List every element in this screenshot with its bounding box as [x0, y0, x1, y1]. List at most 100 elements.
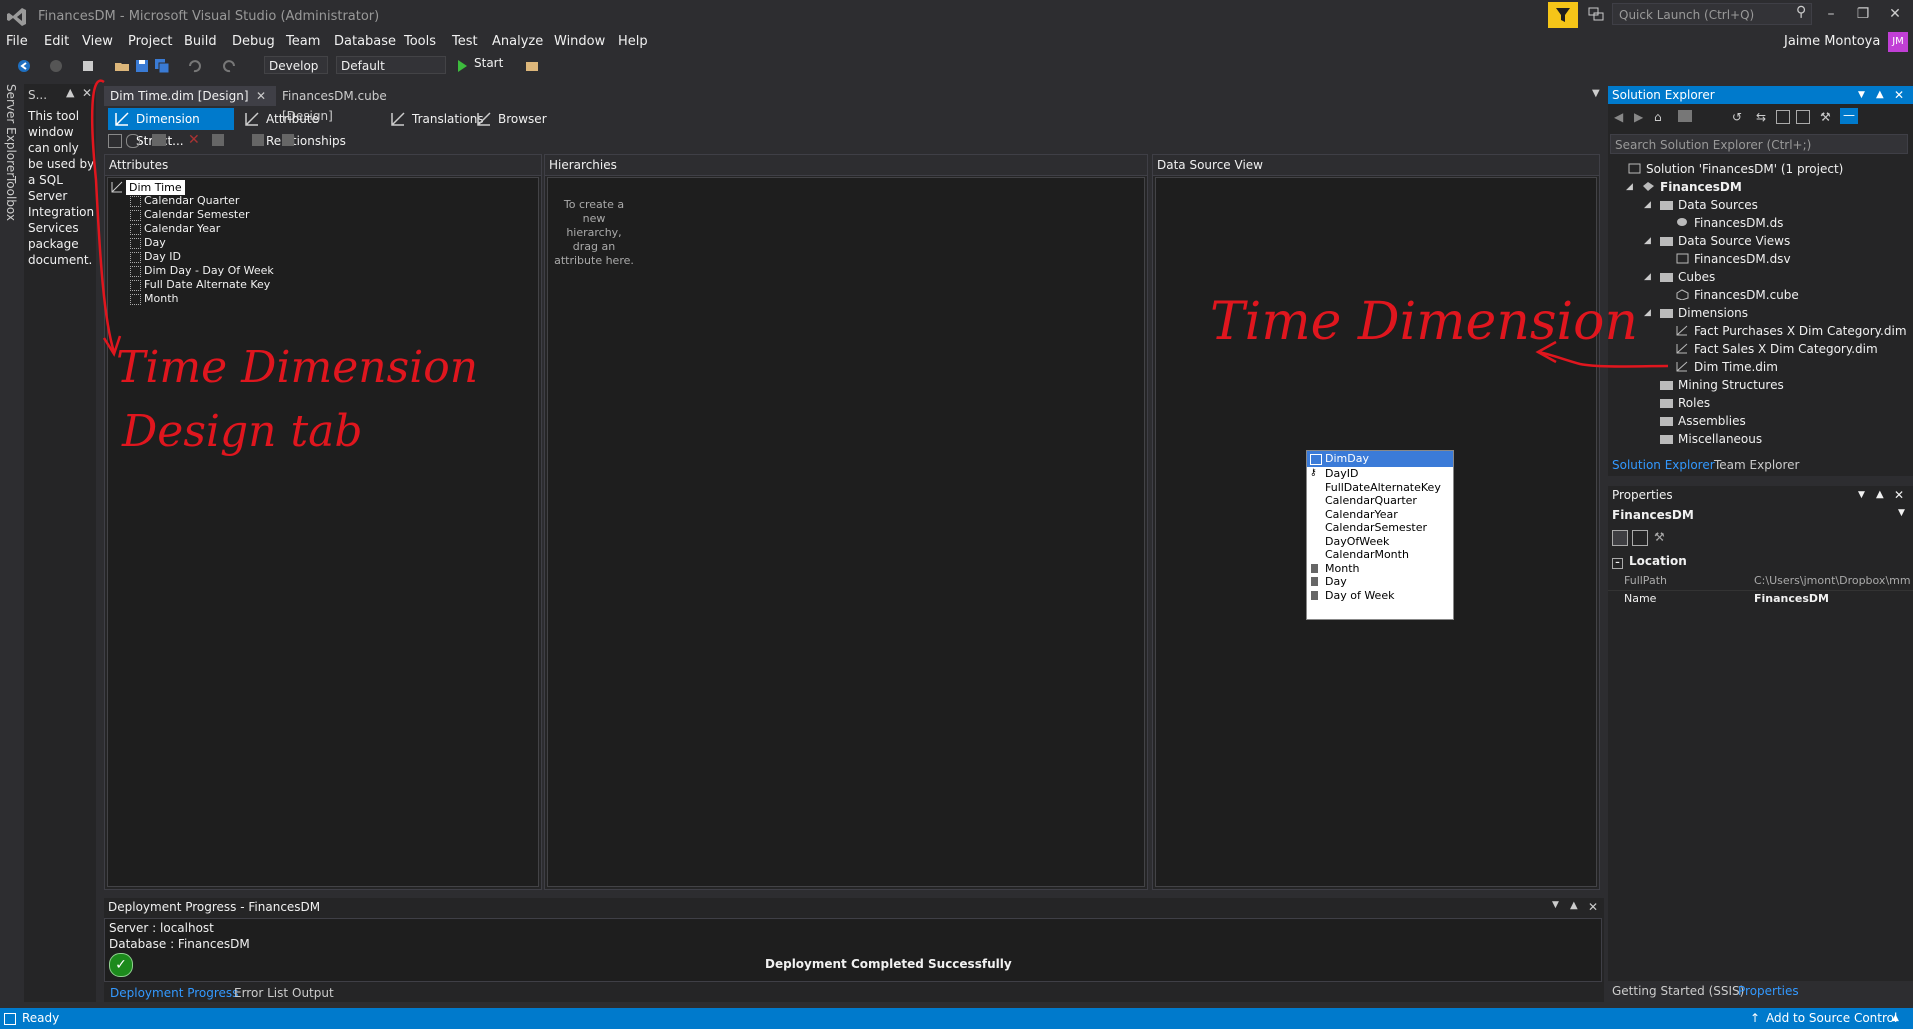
expand-chevron-icon[interactable]: ◢ — [1644, 268, 1651, 286]
menu-edit[interactable]: Edit — [44, 34, 69, 49]
close-icon[interactable]: ✕ — [1588, 900, 1598, 914]
dsv-table-dimday[interactable]: DimDay ⚷ DayID FullDateAlternateKey Calen… — [1306, 450, 1454, 620]
tree-financesdm-cube[interactable]: FinancesDM.cube — [1676, 286, 1799, 304]
attribute-day-id[interactable]: Day ID — [130, 250, 181, 264]
dsv-column-calendarquarter[interactable]: CalendarQuarter — [1307, 494, 1453, 508]
minimize-icon[interactable]: – — [1820, 6, 1842, 24]
pin-icon[interactable]: ▲ — [1570, 900, 1578, 911]
tree-data-sources[interactable]: ◢ Data Sources — [1644, 196, 1758, 214]
pin-icon[interactable]: ▲ — [1876, 86, 1884, 104]
tab-browser[interactable]: Browser — [470, 108, 554, 130]
restore-icon[interactable]: ❐ — [1852, 6, 1874, 24]
server-explorer-tab[interactable]: Server Explorer — [4, 84, 18, 177]
tree-assemblies[interactable]: Assemblies — [1660, 412, 1746, 430]
configuration-dropdown[interactable]: Develop — [264, 56, 328, 74]
attribute-day[interactable]: Day — [130, 236, 166, 250]
property-value[interactable]: C:\Users\jmont\Dropbox\mm — [1754, 574, 1912, 587]
attribute-calendar-year[interactable]: Calendar Year — [130, 222, 220, 236]
tree-solution[interactable]: Solution 'FinancesDM' (1 project) — [1628, 160, 1843, 178]
close-icon[interactable]: ✕ — [1894, 486, 1904, 504]
attribute-calendar-semester[interactable]: Calendar Semester — [130, 208, 250, 222]
tree-dimensions[interactable]: ◢ Dimensions — [1644, 304, 1748, 322]
tree-data-source-views[interactable]: ◢ Data Source Views — [1644, 232, 1790, 250]
menu-view[interactable]: View — [82, 34, 113, 49]
close-icon[interactable]: ✕ — [82, 86, 92, 100]
dropdown-chevron-down-icon[interactable]: ▼ — [1858, 86, 1865, 104]
dsv-column-calendarsemester[interactable]: CalendarSemester — [1307, 521, 1453, 535]
tab-deployment-progress[interactable]: Deployment Progress — [110, 986, 238, 1000]
tab-attribute-relationships[interactable]: Attribute Relationships — [238, 108, 384, 148]
menu-help[interactable]: Help — [618, 34, 648, 49]
tab-dim-time-design[interactable]: Dim Time.dim [Design] ✕ — [104, 86, 276, 106]
dsv-column-dayofweek[interactable]: DayOfWeek — [1307, 535, 1453, 549]
find-icon[interactable] — [252, 134, 264, 146]
expand-chevron-icon[interactable]: ◢ — [1644, 196, 1651, 214]
tab-solution-explorer[interactable]: Solution Explorer — [1612, 458, 1715, 472]
home-icon[interactable]: ⌂ — [1654, 110, 1662, 124]
sync-icon[interactable]: ⇆ — [1756, 110, 1766, 124]
alphabetical-icon[interactable] — [1632, 530, 1648, 546]
properties-object-selector[interactable]: FinancesDM ▼ — [1612, 508, 1908, 524]
tab-translations[interactable]: Translations — [384, 108, 484, 130]
attribute-dim-day-day-of-week[interactable]: Dim Day - Day Of Week — [130, 264, 274, 278]
add-to-source-control-button[interactable]: Add to Source Control — [1766, 1008, 1897, 1029]
expand-chevron-icon[interactable]: ◢ — [1644, 304, 1651, 322]
menu-project[interactable]: Project — [128, 34, 172, 49]
forward-icon[interactable] — [48, 58, 64, 74]
menu-window[interactable]: Window — [554, 34, 605, 49]
tab-properties[interactable]: Properties — [1738, 984, 1799, 998]
menu-build[interactable]: Build — [184, 34, 217, 49]
property-row-name[interactable]: Name FinancesDM — [1608, 590, 1913, 608]
switch-views-icon[interactable] — [1678, 110, 1692, 122]
redo-icon[interactable] — [222, 58, 238, 74]
add-table-icon[interactable] — [108, 134, 122, 148]
tree-project-financesdm[interactable]: ◢ FinancesDM — [1626, 178, 1742, 196]
attribute-calendar-quarter[interactable]: Calendar Quarter — [130, 194, 239, 208]
attribute-month[interactable]: Month — [130, 292, 178, 306]
pending-changes-icon[interactable]: ↺ — [1732, 110, 1742, 124]
zoom-icon[interactable] — [212, 134, 224, 146]
tab-getting-started-ssis[interactable]: Getting Started (SSIS) — [1612, 984, 1744, 998]
dsv-column-day[interactable]: Day — [1307, 575, 1453, 589]
menu-database[interactable]: Database — [334, 34, 396, 49]
tree-dim-fact-purchases[interactable]: Fact Purchases X Dim Category.dim — [1676, 322, 1907, 340]
properties-category-location[interactable]: – Location — [1612, 554, 1687, 569]
delete-icon[interactable]: ✕ — [188, 132, 200, 148]
dsv-table-header[interactable]: DimDay — [1307, 451, 1453, 467]
open-file-icon[interactable] — [114, 58, 130, 74]
save-icon[interactable] — [134, 58, 150, 74]
start-icon[interactable] — [454, 58, 470, 74]
menu-file[interactable]: File — [6, 34, 28, 49]
tree-financesdm-ds[interactable]: FinancesDM.ds — [1677, 214, 1783, 232]
close-tab-icon[interactable]: ✕ — [256, 86, 266, 106]
tree-dim-fact-sales[interactable]: Fact Sales X Dim Category.dim — [1676, 340, 1878, 358]
dropdown-chevron-down-icon[interactable]: ▼ — [1552, 900, 1559, 910]
forward-icon[interactable]: ▶ — [1634, 110, 1643, 124]
dsv-column-calendaryear[interactable]: CalendarYear — [1307, 508, 1453, 522]
show-all-files-icon[interactable] — [1796, 110, 1810, 124]
new-project-icon[interactable] — [80, 58, 96, 74]
dsv-column-month[interactable]: Month — [1307, 562, 1453, 576]
expand-chevron-icon[interactable]: ◢ — [1644, 232, 1651, 250]
tree-miscellaneous[interactable]: Miscellaneous — [1660, 430, 1762, 448]
arrange-icon[interactable] — [282, 134, 294, 146]
menu-debug[interactable]: Debug — [232, 34, 275, 49]
chevron-up-icon[interactable]: ▲ — [1892, 1008, 1899, 1029]
hierarchies-drop-area[interactable]: To create a new hierarchy, drag an attri… — [547, 177, 1145, 887]
collapse-icon[interactable]: – — [1612, 558, 1623, 569]
close-icon[interactable]: ✕ — [1884, 6, 1906, 24]
tree-roles[interactable]: Roles — [1660, 394, 1710, 412]
user-name[interactable]: Jaime Montoya — [1784, 34, 1880, 49]
attach-process-icon[interactable] — [524, 58, 540, 74]
menu-team[interactable]: Team — [286, 34, 320, 49]
dsv-column-calendarmonth[interactable]: CalendarMonth — [1307, 548, 1453, 562]
dsv-column-dayid[interactable]: ⚷ DayID — [1307, 467, 1453, 481]
dimension-root[interactable]: Dim Time — [126, 180, 185, 195]
avatar[interactable]: JM — [1888, 32, 1908, 52]
dsv-column-day-of-week[interactable]: Day of Week — [1307, 589, 1453, 603]
output-window-icon[interactable] — [4, 1013, 16, 1025]
tree-cubes[interactable]: ◢ Cubes — [1644, 268, 1715, 286]
solution-explorer-search[interactable]: Search Solution Explorer (Ctrl+;) — [1610, 134, 1908, 154]
menu-analyze[interactable]: Analyze — [492, 34, 543, 49]
feedback-icon[interactable] — [1588, 6, 1604, 22]
